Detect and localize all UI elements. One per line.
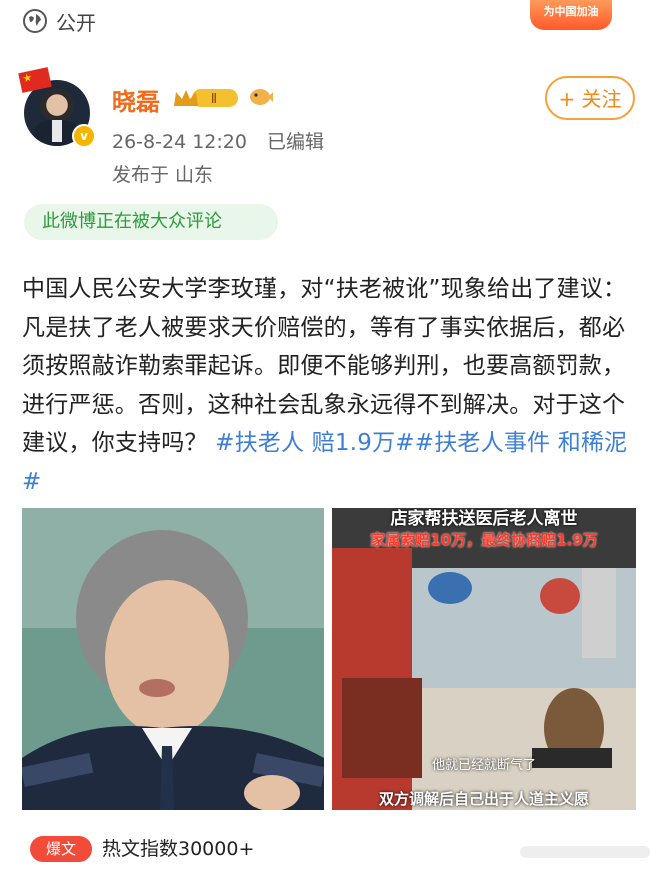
discussion-badge[interactable]: 此微博正在被大众评论 bbox=[24, 204, 278, 240]
video-subtitle-1: 他就已经就断气了 bbox=[431, 758, 536, 773]
hot-index-text: 热文指数30000+ bbox=[102, 838, 255, 860]
level-badge-text: Ⅱ bbox=[211, 92, 217, 107]
video-subtitle-2: 双方调解后自己出于人道主义愿 bbox=[378, 790, 589, 808]
video-headline-2: 家属索赔10万，最终协商赔1.9万 bbox=[370, 531, 598, 549]
hot-badge[interactable]: 爆文 bbox=[30, 836, 92, 862]
fish-icon bbox=[250, 89, 273, 105]
bottom-watermark-icon bbox=[520, 846, 650, 858]
top-bar: 公开 为中国加油 bbox=[0, 0, 656, 46]
post-time-value: 26-8-24 12:20 bbox=[112, 131, 247, 153]
username[interactable]: 晓磊 bbox=[112, 82, 160, 117]
post-time: 26-8-24 12:20 已编辑 bbox=[112, 127, 324, 154]
post-body: 中国人民公安大学李玫瑾，对“扶老被讹”现象给出了建议：凡是扶了老人被要求天价赔偿… bbox=[22, 270, 638, 501]
verified-icon: v bbox=[72, 124, 96, 148]
post-image-video-still[interactable]: 店家帮扶送医后老人离世 家属索赔10万，最终协商赔1.9万 他就已经就断气了 双… bbox=[332, 508, 636, 810]
post-text: 中国人民公安大学李玫瑾，对“扶老被讹”现象给出了建议：凡是扶了老人被要求天价赔偿… bbox=[22, 276, 627, 456]
avatar[interactable]: v bbox=[18, 67, 96, 150]
globe-icon bbox=[23, 9, 47, 33]
video-headline-1: 店家帮扶送医后老人离世 bbox=[390, 509, 578, 529]
post-image-portrait[interactable] bbox=[22, 508, 324, 810]
hashtag[interactable]: #扶老人 赔1.9万# bbox=[215, 430, 415, 456]
follow-button[interactable]: + 关注 bbox=[545, 76, 635, 120]
portrait-illustration bbox=[22, 508, 324, 810]
edited-label: 已编辑 bbox=[267, 131, 325, 153]
post-location: 发布于 山东 bbox=[112, 164, 214, 186]
crown-badge-icon: Ⅱ bbox=[174, 89, 238, 107]
promo-badge[interactable]: 为中国加油 bbox=[530, 0, 612, 30]
visibility-label: 公开 bbox=[56, 11, 96, 35]
